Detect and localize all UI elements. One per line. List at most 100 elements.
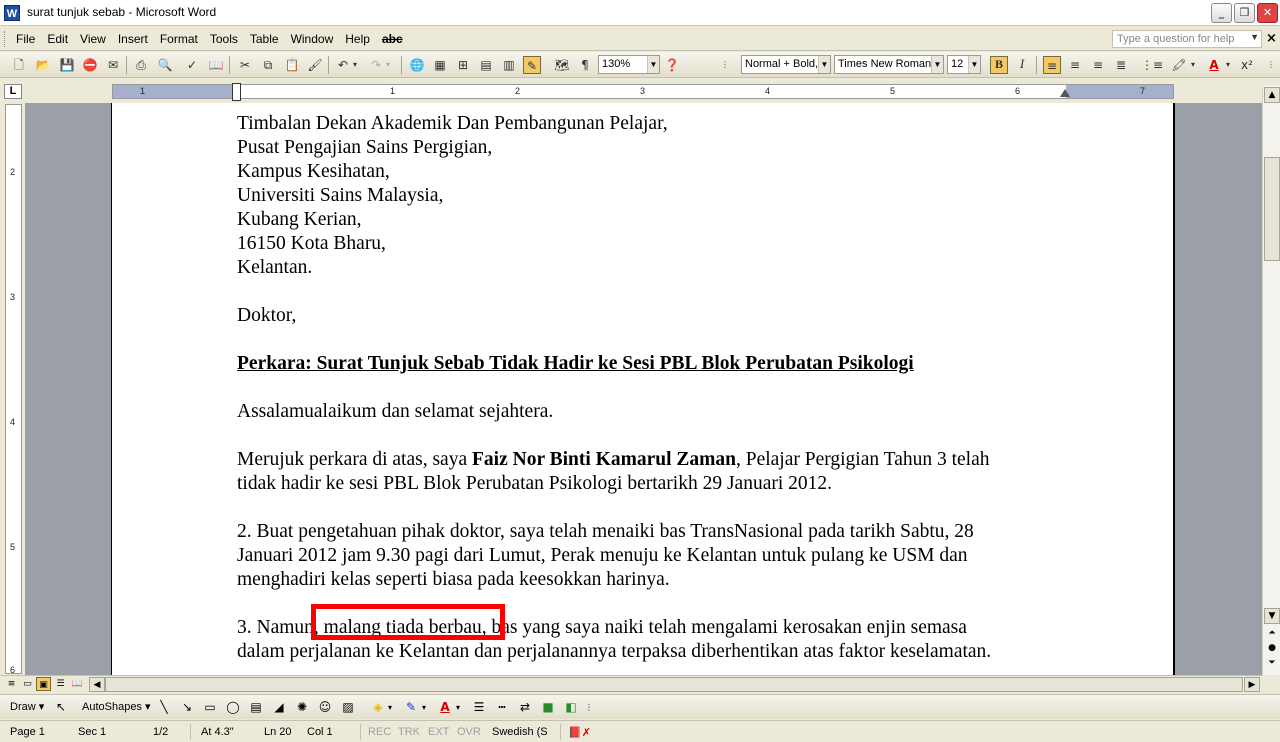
menu-table[interactable]: Table <box>244 31 285 47</box>
status-language[interactable]: Swedish (S <box>492 726 548 738</box>
horizontal-ruler[interactable]: 1 1 2 3 4 5 6 7 <box>112 83 1174 101</box>
scroll-right-icon[interactable]: ▶ <box>1244 677 1260 692</box>
fill-color-dropdown-icon[interactable]: ▾ <box>385 699 395 716</box>
insert-excel-icon[interactable]: ▤ <box>477 56 495 74</box>
minimize-button[interactable]: _ <box>1211 3 1232 23</box>
spelling-status-icon[interactable]: 📕✗ <box>568 726 591 739</box>
drawing-toolbar-options-icon[interactable]: ⋮ <box>584 699 594 716</box>
show-hide-icon[interactable]: ¶ <box>576 56 594 74</box>
vertical-scrollbar[interactable]: ▲ ▼ ⏶ ● ⏷ <box>1262 85 1280 675</box>
menu-tools[interactable]: Tools <box>204 31 244 47</box>
permission-icon[interactable]: ⛔ <box>81 56 99 74</box>
text-box-icon[interactable]: ▤ <box>247 699 265 716</box>
format-painter-icon[interactable]: 🖌 <box>306 56 324 74</box>
insert-table-icon[interactable]: ⊞ <box>454 56 472 74</box>
copy-icon[interactable]: ⧉ <box>259 56 277 74</box>
3d-style-icon[interactable]: ◧ <box>562 699 580 716</box>
diagram-icon[interactable]: ✺ <box>293 699 311 716</box>
undo-dropdown-icon[interactable]: ▾ <box>350 56 360 74</box>
menu-edit[interactable]: Edit <box>41 31 74 47</box>
clip-art-icon[interactable]: ☺ <box>316 699 334 716</box>
arrow-icon[interactable]: ↘ <box>178 699 196 716</box>
drawing-icon[interactable]: ✎ <box>523 56 541 74</box>
draw-font-color-icon[interactable]: A <box>436 699 454 716</box>
new-document-icon[interactable]: 🗋 <box>10 56 28 74</box>
menu-format[interactable]: Format <box>154 31 204 47</box>
horizontal-scrollbar[interactable]: ◀ ▶ <box>89 677 1260 692</box>
align-right-icon[interactable]: ≡ <box>1089 56 1107 74</box>
spelling-icon[interactable]: ✓ <box>183 56 201 74</box>
highlight-dropdown-icon[interactable]: ▾ <box>1188 56 1198 74</box>
scroll-down-icon[interactable]: ▼ <box>1264 608 1280 624</box>
line-icon[interactable]: ╲ <box>155 699 173 716</box>
save-icon[interactable]: 💾 <box>58 56 76 74</box>
insert-picture-icon[interactable]: ▨ <box>339 699 357 716</box>
menu-help[interactable]: Help <box>339 31 376 47</box>
zoom-dropdown-icon[interactable]: ▼ <box>647 56 659 73</box>
email-icon[interactable]: ✉ <box>104 56 122 74</box>
menu-spelling[interactable]: abc <box>376 31 409 47</box>
draw-font-color-dropdown-icon[interactable]: ▾ <box>453 699 463 716</box>
document-page[interactable]: Timbalan Dekan Akademik Dan Pembangunan … <box>111 103 1175 675</box>
font-size-dropdown-icon[interactable]: ▼ <box>968 56 980 73</box>
shadow-style-icon[interactable]: ■ <box>539 699 557 716</box>
style-dropdown-icon[interactable]: ▼ <box>818 56 830 73</box>
redo-dropdown-icon[interactable]: ▾ <box>383 56 393 74</box>
font-color-dropdown-icon[interactable]: ▾ <box>1223 56 1233 74</box>
line-color-icon[interactable]: ✎ <box>402 699 420 716</box>
indent-marker-icon[interactable] <box>232 83 241 101</box>
highlight-icon[interactable]: 🖍 <box>1170 56 1188 74</box>
autoshapes-menu-button[interactable]: AutoShapes ▾ <box>82 700 151 713</box>
research-icon[interactable]: 📖 <box>207 56 225 74</box>
previous-page-icon[interactable]: ⏶ <box>1264 626 1280 642</box>
tab-selector[interactable]: L <box>4 84 22 99</box>
next-page-icon[interactable]: ⏷ <box>1264 656 1280 672</box>
rectangle-icon[interactable]: ▭ <box>201 699 219 716</box>
font-dropdown-icon[interactable]: ▼ <box>931 56 943 73</box>
dash-style-icon[interactable]: ┅ <box>493 699 511 716</box>
reading-layout-icon[interactable]: 📖 <box>70 677 85 691</box>
menu-insert[interactable]: Insert <box>112 31 154 47</box>
status-record-macro[interactable]: REC <box>368 726 391 738</box>
right-indent-marker-icon[interactable] <box>1060 89 1070 97</box>
close-document-icon[interactable]: × <box>1266 31 1277 46</box>
justify-icon[interactable]: ≣ <box>1112 56 1130 74</box>
font-size-select[interactable]: 12 ▼ <box>947 55 981 74</box>
font-color-icon[interactable]: A <box>1205 56 1223 74</box>
tables-borders-icon[interactable]: ▦ <box>431 56 449 74</box>
horizontal-scroll-thumb[interactable] <box>105 677 1243 692</box>
browse-object-icon[interactable]: ● <box>1264 641 1280 657</box>
wordart-icon[interactable]: ◢ <box>270 699 288 716</box>
toolbar-options-icon[interactable]: ⋮ <box>720 56 730 74</box>
status-extend[interactable]: EXT <box>428 726 449 738</box>
cut-icon[interactable]: ✂ <box>236 56 254 74</box>
select-objects-icon[interactable]: ↖ <box>52 699 70 716</box>
outline-view-icon[interactable]: ☰ <box>53 677 68 691</box>
toolbar-options-icon-2[interactable]: ⋮ <box>1266 56 1276 74</box>
help-question-input[interactable]: Type a question for help ▼ <box>1112 30 1262 48</box>
document-map-icon[interactable]: 🗺 <box>553 56 571 74</box>
vertical-scroll-thumb[interactable] <box>1264 157 1280 261</box>
print-layout-icon[interactable]: ▣ <box>36 677 51 691</box>
style-select[interactable]: Normal + Bold, ▼ <box>741 55 831 74</box>
help-dropdown-icon[interactable]: ▼ <box>1250 32 1259 42</box>
font-select[interactable]: Times New Roman ▼ <box>834 55 944 74</box>
help-icon[interactable]: ❓ <box>663 56 681 74</box>
scroll-up-icon[interactable]: ▲ <box>1264 87 1280 103</box>
align-left-icon[interactable]: ≡ <box>1043 56 1061 74</box>
normal-view-icon[interactable]: ≡ <box>4 677 19 691</box>
menu-grip-icon[interactable] <box>4 31 7 47</box>
restore-button[interactable]: ❐ <box>1234 3 1255 23</box>
line-style-icon[interactable]: ☰ <box>470 699 488 716</box>
zoom-select[interactable]: 130% ▼ <box>598 55 660 74</box>
scroll-left-icon[interactable]: ◀ <box>89 677 105 692</box>
print-icon[interactable]: ⎙ <box>132 56 150 74</box>
align-center-icon[interactable]: ≡ <box>1066 56 1084 74</box>
draw-menu-button[interactable]: Draw ▾ <box>10 700 44 713</box>
web-layout-icon[interactable]: ▭ <box>20 677 35 691</box>
menu-window[interactable]: Window <box>285 31 340 47</box>
open-icon[interactable]: 📂 <box>34 56 52 74</box>
hyperlink-icon[interactable]: 🌐 <box>408 56 426 74</box>
document-body[interactable]: Timbalan Dekan Akademik Dan Pembangunan … <box>237 112 1067 664</box>
oval-icon[interactable]: ◯ <box>224 699 242 716</box>
